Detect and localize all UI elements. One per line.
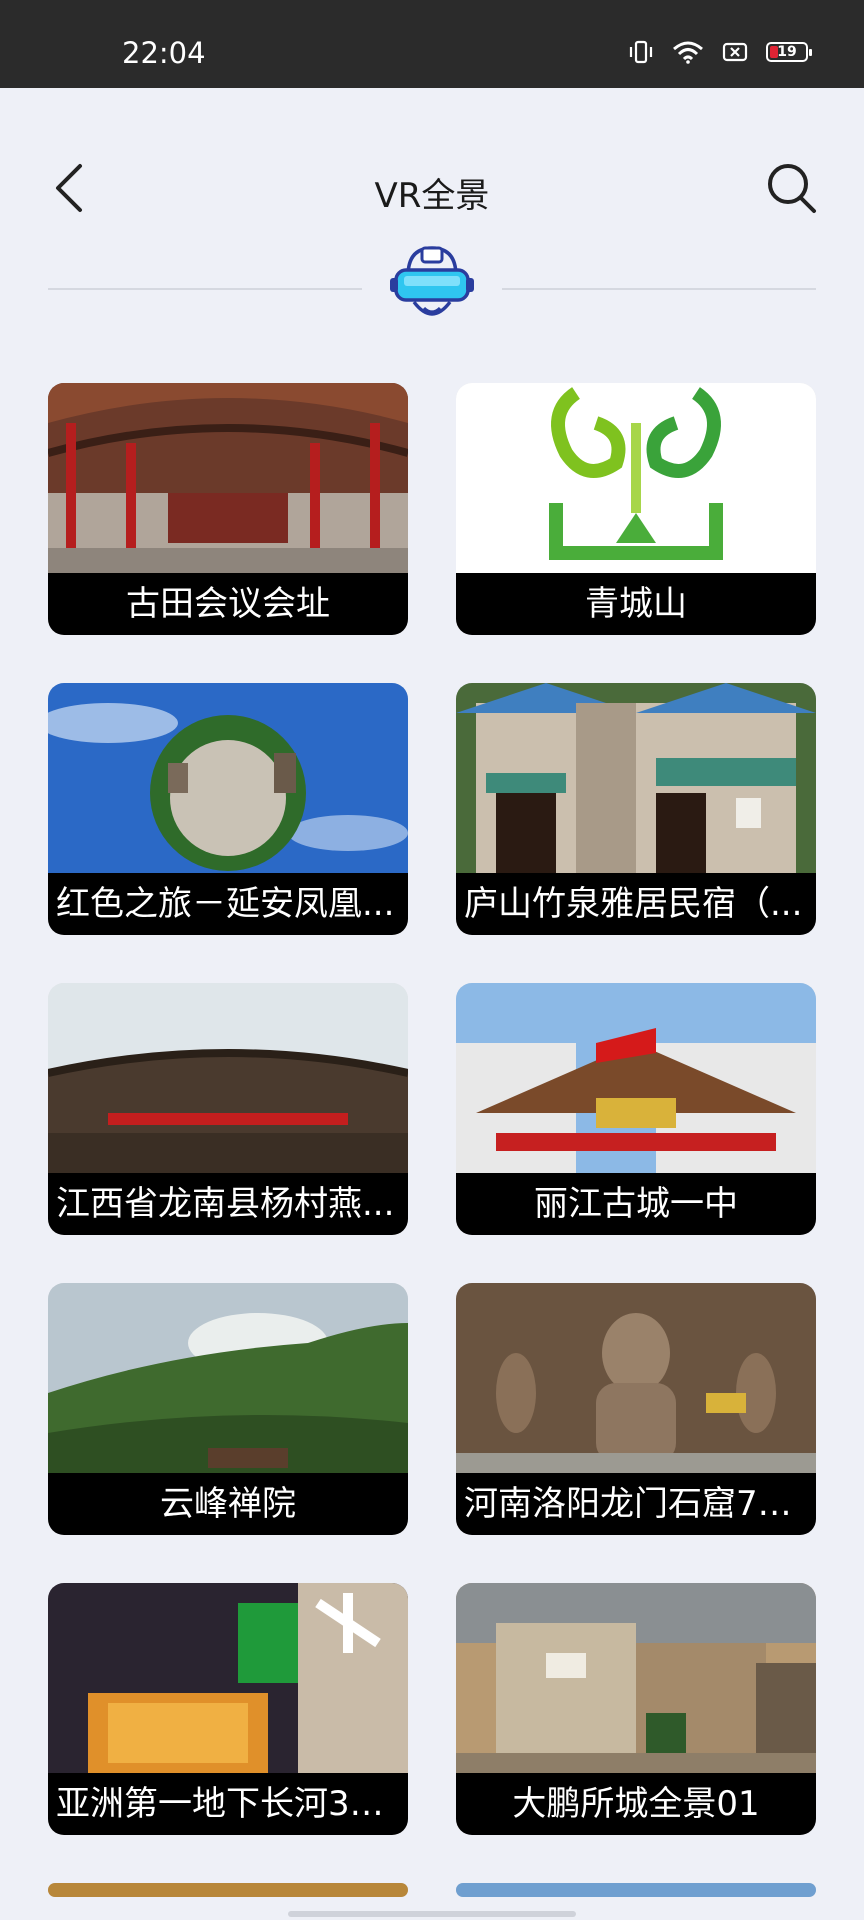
- card-thumbnail: [456, 983, 816, 1173]
- sim-icon: [722, 42, 748, 62]
- card-title: 亚洲第一地下长河36...: [48, 1773, 408, 1835]
- panorama-card[interactable]: 丽江古城一中: [456, 983, 816, 1235]
- status-time: 22:04: [122, 36, 206, 70]
- card-thumbnail: [48, 1583, 408, 1773]
- card-title: 河南洛阳龙门石窟72...: [456, 1473, 816, 1535]
- card-thumbnail: [48, 1883, 408, 1897]
- battery-level: 19: [777, 44, 797, 60]
- panorama-card[interactable]: [48, 1883, 408, 1897]
- card-title: 青城山: [456, 573, 816, 635]
- panorama-card[interactable]: 红色之旅－延安凤凰...: [48, 683, 408, 935]
- panorama-card[interactable]: 江西省龙南县杨村燕...: [48, 983, 408, 1235]
- panorama-card[interactable]: 大鹏所城全景01: [456, 1583, 816, 1835]
- panorama-card[interactable]: 亚洲第一地下长河36...: [48, 1583, 408, 1835]
- panorama-card[interactable]: 古田会议会址: [48, 383, 408, 635]
- card-thumbnail: [456, 683, 816, 873]
- search-icon: [768, 164, 816, 213]
- card-title: 江西省龙南县杨村燕...: [48, 1173, 408, 1235]
- card-title: 云峰禅院: [48, 1473, 408, 1535]
- card-thumbnail: [48, 1283, 408, 1473]
- panorama-card[interactable]: 青城山: [456, 383, 816, 635]
- panorama-card[interactable]: 河南洛阳龙门石窟72...: [456, 1283, 816, 1535]
- card-thumbnail: [456, 1883, 816, 1897]
- status-bar: 22:04 19: [0, 0, 864, 88]
- vibrate-icon: [629, 40, 653, 64]
- card-title: 庐山竹泉雅居民宿（...: [456, 873, 816, 935]
- card-thumbnail: [456, 1583, 816, 1773]
- card-title: 红色之旅－延安凤凰...: [48, 873, 408, 935]
- home-indicator[interactable]: [288, 1911, 576, 1917]
- search-button[interactable]: [764, 158, 820, 218]
- card-thumbnail: [48, 383, 408, 573]
- panorama-card[interactable]: [456, 1883, 816, 1897]
- card-thumbnail: [48, 983, 408, 1173]
- panorama-card[interactable]: 庐山竹泉雅居民宿（...: [456, 683, 816, 935]
- battery-icon: 19: [766, 42, 812, 62]
- page-title: VR全景: [374, 176, 490, 216]
- card-thumbnail: [456, 383, 816, 573]
- card-title: 古田会议会址: [48, 573, 408, 635]
- card-thumbnail: [456, 1283, 816, 1473]
- card-title: 丽江古城一中: [456, 1173, 816, 1235]
- card-title: 大鹏所城全景01: [456, 1773, 816, 1835]
- divider-right: [502, 288, 816, 290]
- divider-left: [48, 288, 362, 290]
- wifi-icon: [673, 41, 703, 64]
- panorama-card[interactable]: 云峰禅院: [48, 1283, 408, 1535]
- status-icons: 19: [628, 40, 812, 64]
- vr-headset-icon: [386, 242, 478, 334]
- card-thumbnail: [48, 683, 408, 873]
